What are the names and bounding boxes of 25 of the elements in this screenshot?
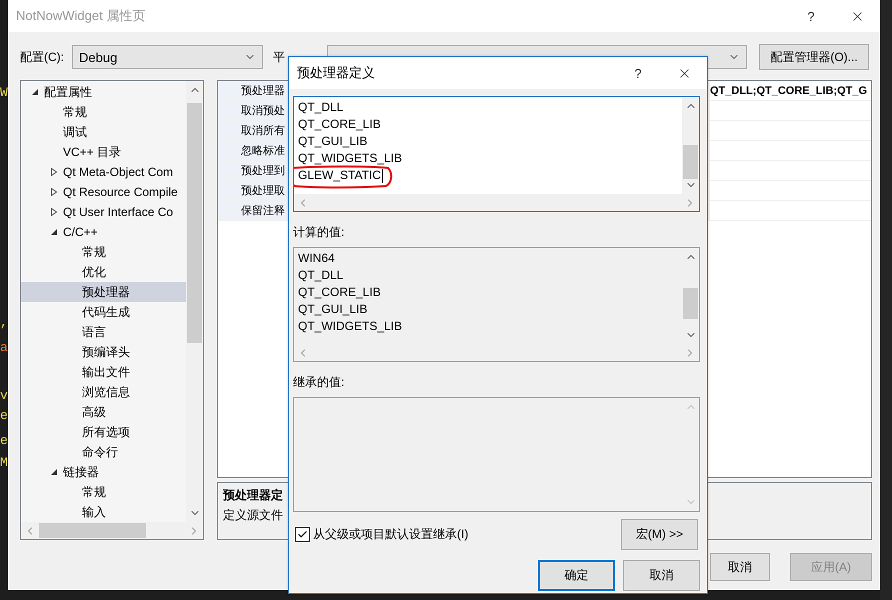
- computed-value: QT_GUI_LIB: [298, 301, 368, 318]
- code-glyph: e: [0, 408, 8, 423]
- definition-line: QT_DLL: [298, 99, 344, 116]
- platform-label: 平: [273, 48, 285, 66]
- computed-values-label: 计算的值:: [293, 224, 346, 241]
- computed-value: QT_DLL: [298, 267, 344, 284]
- definition-line: GLEW_STATIC: [298, 167, 383, 184]
- code-glyph: M: [0, 455, 8, 470]
- code-glyph: a: [0, 340, 8, 355]
- code-glyph: v: [0, 388, 8, 403]
- computed-value: QT_CORE_LIB: [298, 284, 381, 301]
- definition-line: QT_GUI_LIB: [298, 133, 368, 150]
- configuration-label: 配置(C):: [20, 48, 64, 66]
- window-title: NotNowWidget 属性页: [16, 7, 146, 25]
- computed-value: WIN64: [298, 250, 335, 267]
- code-glyph: ,: [0, 315, 8, 330]
- computed-value: QT_WIDGETS_LIB: [298, 318, 402, 335]
- dialog-title: 预处理器定义: [297, 64, 376, 82]
- description-title: 预处理器定: [223, 487, 283, 504]
- description-text: 定义源文件: [223, 507, 283, 524]
- inherited-values-label: 继承的值:: [293, 374, 346, 391]
- definition-line: QT_CORE_LIB: [298, 116, 381, 133]
- definition-line: QT_WIDGETS_LIB: [298, 150, 402, 167]
- code-glyph: W: [0, 85, 8, 100]
- code-glyph: e: [0, 433, 8, 448]
